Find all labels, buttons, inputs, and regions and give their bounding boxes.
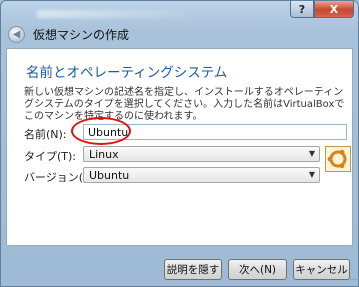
hide-description-button[interactable]: 説明を隠す <box>164 259 222 280</box>
type-label: タイプ(T): <box>24 150 77 163</box>
dialog-window: ? X ◀ 仮想マシンの作成 名前とオペレーティングシステム 新しい仮想マシンの… <box>0 0 359 287</box>
content-panel: 名前とオペレーティングシステム 新しい仮想マシンの記述名を指定し、インストールす… <box>6 48 353 246</box>
close-button[interactable]: X <box>314 1 354 18</box>
help-button[interactable]: ? <box>290 1 314 18</box>
section-title: 名前とオペレーティングシステム <box>26 65 228 81</box>
highlight-annotation-circle <box>71 117 131 145</box>
section-description: 新しい仮想マシンの記述名を指定し、インストールするオペレーティングシステムのタイ… <box>24 87 345 122</box>
title-bar[interactable]: ? X <box>1 1 358 21</box>
chevron-down-icon: ▼ <box>308 170 315 179</box>
type-select-value: Linux <box>89 148 119 161</box>
name-label: 名前(N): <box>24 128 67 141</box>
type-select[interactable]: Linux ▼ <box>83 146 320 162</box>
ubuntu-logo-icon <box>325 146 351 172</box>
cancel-button[interactable]: キャンセル <box>293 259 350 280</box>
dialog-header: ◀ 仮想マシンの作成 <box>2 21 357 48</box>
chevron-down-icon: ▼ <box>308 149 315 158</box>
version-select-value: Ubuntu <box>89 169 130 182</box>
resize-grip-icon[interactable]: ⋯ <box>349 275 357 284</box>
version-select[interactable]: Ubuntu ▼ <box>83 167 320 183</box>
next-button[interactable]: 次へ(N) <box>228 259 287 280</box>
blurred-title-text <box>37 10 187 18</box>
dialog-title: 仮想マシンの作成 <box>33 28 130 42</box>
back-arrow-icon[interactable]: ◀ <box>8 26 25 43</box>
